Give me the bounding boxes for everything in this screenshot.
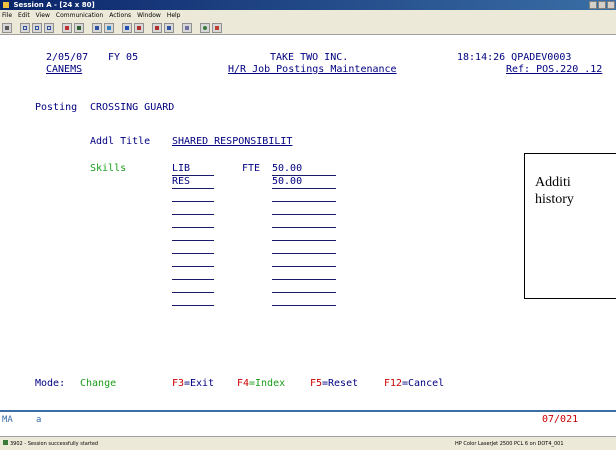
f5-key[interactable]: F5: [310, 378, 322, 390]
menu-bar: File Edit View Communication Actions Win…: [0, 10, 616, 21]
macro-icon[interactable]: [134, 22, 144, 33]
minimize-button[interactable]: [589, 1, 597, 9]
status-text: 3902 - Session successfully started: [10, 441, 99, 447]
posting-label: Posting: [35, 102, 78, 113]
disconnect-icon[interactable]: [212, 22, 222, 33]
transfer-icon[interactable]: [182, 22, 192, 33]
skill-field[interactable]: LIB: [172, 163, 190, 175]
fte-label: FTE: [242, 163, 261, 174]
f12-text[interactable]: =Cancel: [402, 378, 444, 390]
cut-icon[interactable]: [44, 22, 54, 33]
header-fiscal-year: FY 05: [108, 52, 139, 63]
addl-title-label: Addl Title: [90, 136, 151, 147]
copy-icon[interactable]: [20, 22, 30, 33]
skill-field-underline[interactable]: [172, 175, 214, 176]
oia-indicator: a: [36, 415, 42, 425]
fte-field-underline[interactable]: [272, 175, 336, 176]
fte-field-underline[interactable]: [272, 214, 336, 215]
status-bar: 3902 - Session successfully started HP C…: [0, 436, 616, 450]
posting-value: CROSSING GUARD: [90, 102, 175, 113]
status-message: 3902 - Session successfully started: [3, 437, 98, 450]
f4-key[interactable]: F4: [237, 378, 249, 390]
skill-field[interactable]: RES: [172, 176, 190, 188]
oia-mode: MA: [2, 415, 13, 425]
color-icon[interactable]: [104, 22, 114, 33]
f12-key[interactable]: F12: [384, 378, 402, 390]
session-icon: [3, 2, 9, 8]
menu-communication[interactable]: Communication: [56, 10, 103, 21]
print-icon[interactable]: [2, 22, 12, 33]
skill-field-underline[interactable]: [172, 266, 214, 267]
f4-text[interactable]: =Index: [249, 378, 285, 390]
menu-file[interactable]: File: [2, 10, 12, 21]
skill-field-underline[interactable]: [172, 279, 214, 280]
header-date: 2/05/07: [46, 52, 89, 63]
fte-field-underline[interactable]: [272, 253, 336, 254]
receive-icon[interactable]: [74, 22, 84, 33]
fte-field-underline[interactable]: [272, 305, 336, 306]
fte-field-underline[interactable]: [272, 266, 336, 267]
skill-field-underline[interactable]: [172, 253, 214, 254]
header-program: CANEMS: [46, 64, 83, 75]
status-icon: [3, 440, 8, 445]
skill-field-underline[interactable]: [172, 292, 214, 293]
fte-field[interactable]: 50.00: [272, 176, 302, 188]
play-icon[interactable]: [164, 22, 174, 33]
header-time-job: 18:14:26 QPADEV0003: [457, 52, 572, 63]
maximize-button[interactable]: [598, 1, 606, 9]
callout-box: Additi history: [524, 153, 616, 299]
fte-field-underline[interactable]: [272, 240, 336, 241]
f5-text[interactable]: =Reset: [322, 378, 358, 390]
skill-field-underline[interactable]: [172, 201, 214, 202]
mode-label: Mode:: [35, 378, 66, 389]
addl-title-field[interactable]: SHARED RESPONSIBILIT: [172, 136, 292, 148]
toolbar: [0, 21, 616, 35]
skill-field-underline[interactable]: [172, 240, 214, 241]
f3-text[interactable]: =Exit: [184, 378, 214, 390]
f3-key[interactable]: F3: [172, 378, 184, 390]
window-title: Session A - [24 x 80]: [13, 1, 95, 9]
fte-field-underline[interactable]: [272, 292, 336, 293]
keyboard-icon[interactable]: [122, 22, 132, 33]
menu-edit[interactable]: Edit: [18, 10, 30, 21]
screen-title: H/R Job Postings Maintenance: [228, 64, 397, 75]
fte-field[interactable]: 50.00: [272, 163, 302, 175]
operator-info-area: MA a 07/021: [0, 410, 616, 428]
skill-field-underline[interactable]: [172, 305, 214, 306]
callout-line-1: Additi: [535, 175, 571, 190]
mode-value: Change: [80, 378, 117, 389]
menu-window[interactable]: Window: [137, 10, 161, 21]
send-icon[interactable]: [62, 22, 72, 33]
close-button[interactable]: [607, 1, 615, 9]
title-bar: Session A - [24 x 80]: [0, 0, 616, 10]
menu-view[interactable]: View: [36, 10, 50, 21]
fte-field-underline[interactable]: [272, 201, 336, 202]
skills-label: Skills: [90, 163, 127, 174]
record-icon[interactable]: [152, 22, 162, 33]
callout-line-2: history: [535, 192, 574, 207]
menu-actions[interactable]: Actions: [109, 10, 131, 21]
paste-icon[interactable]: [32, 22, 42, 33]
header-company: TAKE TWO INC.: [270, 52, 349, 63]
display-icon[interactable]: [92, 22, 102, 33]
fte-field-underline[interactable]: [272, 279, 336, 280]
window-controls: [589, 1, 615, 9]
skill-field-underline[interactable]: [172, 227, 214, 228]
header-ref: Ref: POS.220 .12: [506, 64, 603, 75]
skill-field-underline[interactable]: [172, 188, 214, 189]
menu-help[interactable]: Help: [167, 10, 181, 21]
printer-status: HP Color LaserJet 2500 PCL 6 on DOT4_001: [455, 441, 564, 447]
fte-field-underline[interactable]: [272, 227, 336, 228]
skill-field-underline[interactable]: [172, 214, 214, 215]
fte-field-underline[interactable]: [272, 188, 336, 189]
cursor-position: 07/021: [542, 414, 579, 425]
connect-icon[interactable]: [200, 22, 210, 33]
